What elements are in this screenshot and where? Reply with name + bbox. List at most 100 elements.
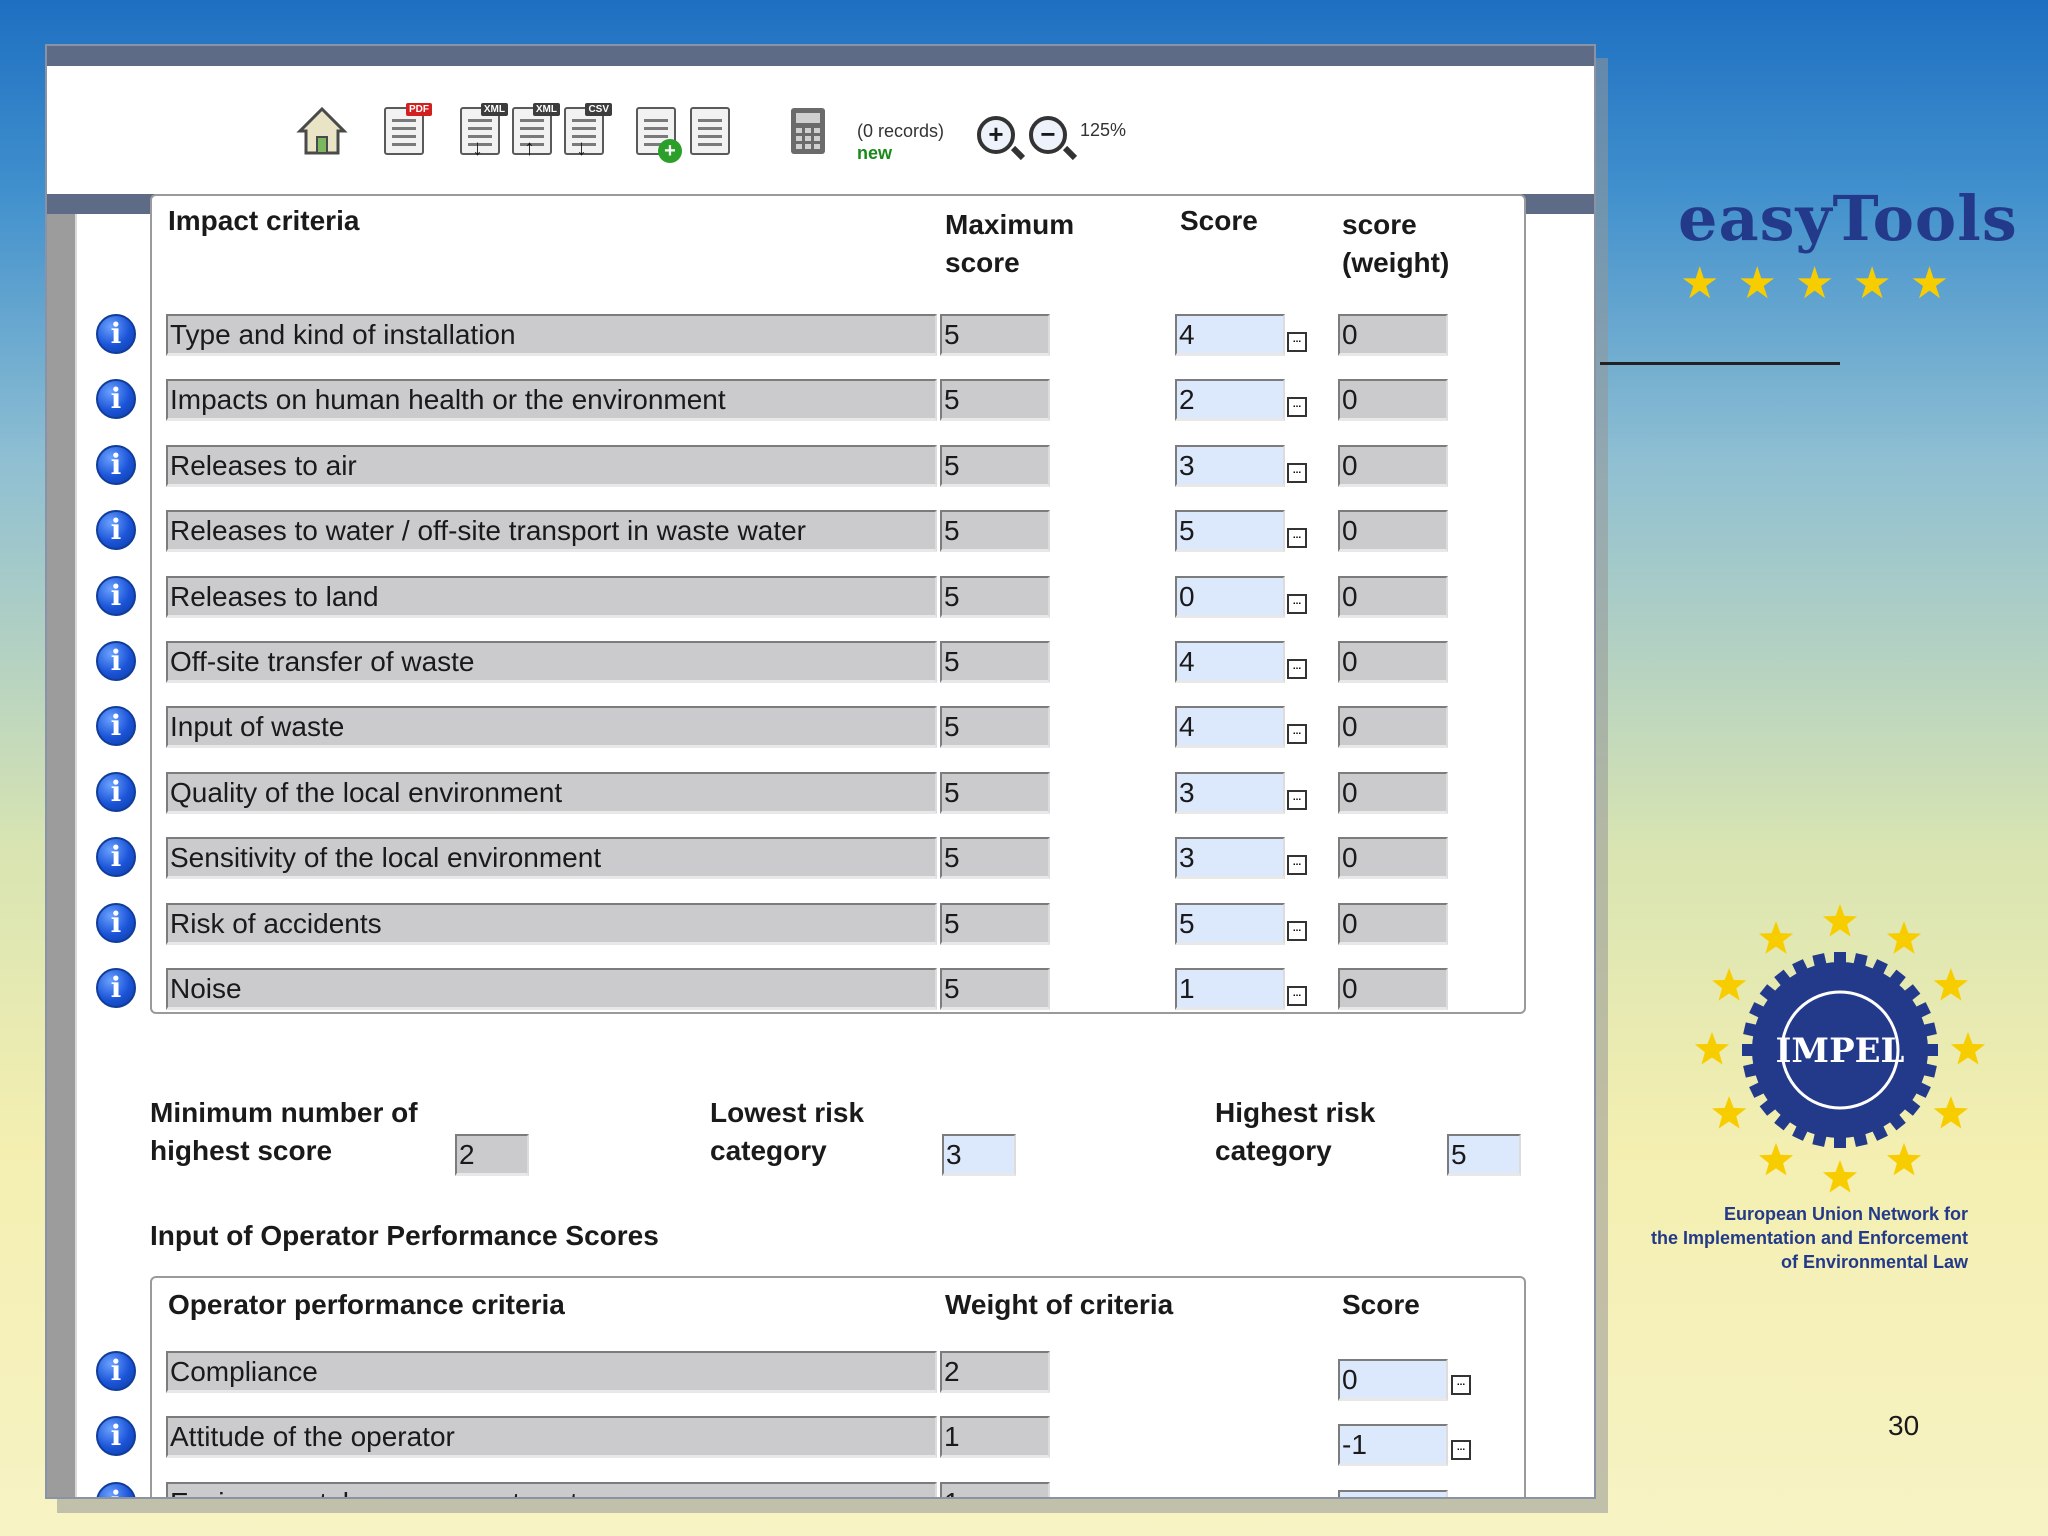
impact-criterion-label: Risk of accidents xyxy=(166,902,937,945)
info-icon[interactable]: i xyxy=(96,1481,136,1497)
score-picker-button[interactable] xyxy=(1287,789,1307,810)
impel-star xyxy=(1712,1096,1747,1129)
info-icon[interactable]: i xyxy=(96,902,136,943)
import-xml-button[interactable]: XML ↑ xyxy=(503,102,561,160)
impact-score-input[interactable]: 2 xyxy=(1175,379,1285,422)
info-icon[interactable]: i xyxy=(96,1351,136,1391)
info-icon[interactable]: i xyxy=(96,771,136,812)
pdf-icon: PDF xyxy=(384,103,432,155)
records-list-button[interactable] xyxy=(681,102,739,160)
impact-score-input[interactable]: 1 xyxy=(1175,968,1285,1010)
calculate-button[interactable] xyxy=(779,102,837,160)
impel-star xyxy=(1694,1032,1730,1065)
add-record-button[interactable]: + xyxy=(627,102,685,163)
highest-risk-field[interactable]: 5 xyxy=(1447,1134,1521,1176)
new-link[interactable]: new xyxy=(857,142,944,164)
impact-max-score: 5 xyxy=(940,968,1050,1010)
score-picker-button[interactable] xyxy=(1287,397,1307,418)
impel-cog-tooth xyxy=(1834,952,1846,968)
score-picker-button[interactable] xyxy=(1287,855,1307,876)
operator-score-input[interactable]: 0 xyxy=(1338,1359,1448,1401)
impact-score-input[interactable]: 3 xyxy=(1175,837,1285,880)
info-icon[interactable]: i xyxy=(96,837,136,878)
header-operator-score: Score xyxy=(1342,1289,1420,1320)
records-count: (0 records) xyxy=(857,121,945,141)
info-icon[interactable]: i xyxy=(96,379,136,420)
operator-score-input[interactable]: -1 xyxy=(1338,1489,1448,1497)
impact-criterion-label: Releases to land xyxy=(166,575,937,618)
score-picker-button[interactable] xyxy=(1287,986,1307,1006)
score-picker-button[interactable] xyxy=(1287,462,1307,483)
info-icon[interactable]: i xyxy=(96,444,136,485)
impact-score-input[interactable]: 3 xyxy=(1175,444,1285,487)
export-pdf-button[interactable]: PDF xyxy=(375,102,433,160)
info-icon[interactable]: i xyxy=(96,968,136,1008)
operator-section-title: Input of Operator Performance Scores xyxy=(150,1220,659,1251)
impel-logo: IMPEL xyxy=(1694,904,1986,1193)
operator-criterion-label: Compliance xyxy=(166,1351,937,1393)
impel-star xyxy=(1886,921,1922,954)
toolbar: PDF XML ↓ XML ↑ CSV ↓ + (0 records) new … xyxy=(47,66,1594,194)
score-picker-button[interactable] xyxy=(1451,1440,1471,1461)
score-picker-button[interactable] xyxy=(1287,724,1307,745)
score-picker-button[interactable] xyxy=(1287,593,1307,614)
lowest-risk-field[interactable]: 3 xyxy=(942,1134,1016,1176)
operator-score-input[interactable]: -1 xyxy=(1338,1424,1448,1467)
impel-star xyxy=(1886,1142,1922,1176)
info-icon[interactable]: i xyxy=(96,706,136,747)
impact-criterion-label: Input of waste xyxy=(166,706,937,749)
zoom-in-button[interactable]: + xyxy=(967,106,1025,164)
page-number: 30 xyxy=(1888,1410,1920,1441)
info-icon[interactable]: i xyxy=(96,314,136,354)
info-icon[interactable]: i xyxy=(96,575,136,616)
score-picker-button[interactable] xyxy=(1287,659,1307,679)
impact-score-input[interactable]: 3 xyxy=(1175,771,1285,814)
impact-max-score: 5 xyxy=(940,837,1050,880)
records-status: (0 records) new xyxy=(857,120,944,164)
score-picker-button[interactable] xyxy=(1287,528,1307,549)
impact-score-input[interactable]: 4 xyxy=(1175,314,1285,356)
export-xml-button[interactable]: XML ↓ xyxy=(451,102,509,160)
min-highest-field[interactable]: 2 xyxy=(455,1134,529,1176)
home-icon xyxy=(296,106,348,155)
impact-score-input[interactable]: 4 xyxy=(1175,706,1285,749)
impel-line-2: the Implementation and Enforcement xyxy=(1650,1228,1968,1248)
xml-import-icon: XML ↑ xyxy=(512,103,560,160)
impact-max-score: 5 xyxy=(940,902,1050,945)
divider xyxy=(1600,362,1840,365)
header-maximum-score: Maximum score xyxy=(945,209,1075,278)
left-rail-edge xyxy=(75,214,77,1497)
highest-risk-label: Highest risk category xyxy=(1215,1094,1455,1170)
pdf-tag: PDF xyxy=(406,103,432,116)
home-button[interactable] xyxy=(293,102,351,160)
impact-score-input[interactable]: 4 xyxy=(1175,641,1285,683)
info-icon[interactable]: i xyxy=(96,510,136,551)
impact-max-score: 5 xyxy=(940,510,1050,553)
score-picker-button[interactable] xyxy=(1287,332,1307,352)
lowest-risk-label-line1: Lowest risk xyxy=(710,1097,865,1128)
zoom-out-icon: − xyxy=(1029,116,1067,154)
list-icon xyxy=(690,107,730,155)
content-area: Impact criteria Maximum score Score scor… xyxy=(47,194,1594,1497)
min-highest-label-line2: highest score xyxy=(150,1135,333,1166)
impact-score-input[interactable]: 5 xyxy=(1175,902,1285,945)
score-picker-button[interactable] xyxy=(1451,1375,1471,1395)
impact-weighted-score: 0 xyxy=(1338,771,1448,814)
impact-score-input[interactable]: 0 xyxy=(1175,575,1285,618)
info-icon[interactable]: i xyxy=(96,641,136,681)
app-window: PDF XML ↓ XML ↑ CSV ↓ + (0 records) new … xyxy=(45,44,1596,1499)
impact-criterion-label: Type and kind of installation xyxy=(166,314,937,356)
impact-criterion-label: Quality of the local environment xyxy=(166,771,937,814)
impel-logo-text: IMPEL xyxy=(1776,1031,1905,1071)
impel-star xyxy=(1822,904,1858,937)
score-picker-button[interactable] xyxy=(1287,920,1307,941)
impel-star xyxy=(1950,1032,1986,1065)
impact-max-score: 5 xyxy=(940,379,1050,422)
impel-star xyxy=(1933,968,1968,1001)
info-icon[interactable]: i xyxy=(96,1416,136,1457)
export-csv-button[interactable]: CSV ↓ xyxy=(555,102,613,160)
zoom-out-button[interactable]: − xyxy=(1019,106,1077,164)
impact-score-input[interactable]: 5 xyxy=(1175,510,1285,553)
impact-weighted-score: 0 xyxy=(1338,968,1448,1010)
arrow-down-icon-2: ↓ xyxy=(576,135,587,160)
